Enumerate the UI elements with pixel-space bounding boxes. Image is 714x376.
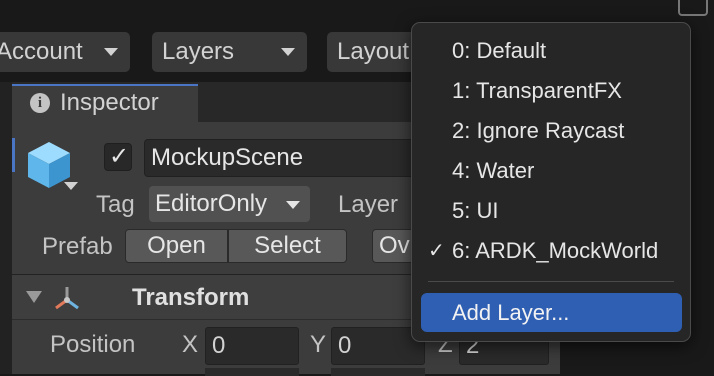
window-icon[interactable] bbox=[678, 0, 708, 16]
tag-value: EditorOnly bbox=[155, 190, 268, 217]
foldout-arrow-icon[interactable] bbox=[26, 291, 42, 303]
menu-item-transparentfx[interactable]: 1: TransparentFX bbox=[412, 72, 690, 110]
menu-item-label: 5: UI bbox=[452, 198, 499, 223]
rotation-y-field[interactable] bbox=[331, 368, 425, 376]
checkmark-icon: ✓ bbox=[428, 240, 445, 262]
panel-gutter bbox=[0, 82, 12, 374]
account-label: Account bbox=[0, 38, 83, 65]
add-layer-label: Add Layer... bbox=[452, 300, 570, 325]
layer-dropdown-menu: 0: Default 1: TransparentFX 2: Ignore Ra… bbox=[411, 22, 691, 342]
rotation-x-field[interactable] bbox=[205, 368, 299, 376]
account-dropdown[interactable]: Account bbox=[0, 32, 130, 72]
menu-item-label: 2: Ignore Raycast bbox=[452, 118, 625, 143]
chevron-down-icon bbox=[104, 48, 118, 56]
menu-item-default[interactable]: 0: Default bbox=[412, 32, 690, 70]
menu-item-label: 0: Default bbox=[452, 38, 547, 63]
menu-item-ardk-mockworld[interactable]: ✓ 6: ARDK_MockWorld bbox=[412, 232, 690, 270]
layout-label: Layout bbox=[337, 38, 410, 65]
tab-inspector-label: Inspector bbox=[60, 89, 159, 116]
tab-inspector[interactable]: i Inspector bbox=[12, 84, 198, 122]
tag-label: Tag bbox=[96, 191, 135, 218]
menu-separator bbox=[428, 281, 674, 282]
selection-marker bbox=[12, 138, 15, 172]
chevron-down-icon[interactable] bbox=[64, 182, 78, 190]
menu-item-label: 1: TransparentFX bbox=[452, 78, 622, 103]
transform-icon bbox=[55, 287, 79, 310]
position-x-label: X bbox=[182, 331, 199, 358]
object-name-field[interactable]: MockupScene bbox=[144, 139, 434, 177]
position-label: Position bbox=[50, 331, 136, 358]
chevron-down-icon bbox=[286, 201, 300, 209]
info-icon: i bbox=[30, 93, 50, 113]
transform-title: Transform bbox=[132, 284, 250, 311]
menu-item-water[interactable]: 4: Water bbox=[412, 152, 690, 190]
menu-item-label: 4: Water bbox=[452, 158, 535, 183]
chevron-down-icon bbox=[281, 48, 295, 56]
menu-item-label: 6: ARDK_MockWorld bbox=[452, 238, 659, 263]
prefab-open-button[interactable]: Open bbox=[125, 229, 228, 263]
layers-dropdown[interactable]: Layers bbox=[152, 32, 307, 72]
tag-dropdown[interactable]: EditorOnly bbox=[149, 186, 310, 222]
position-y-label: Y bbox=[310, 331, 327, 358]
active-checkbox[interactable]: ✓ bbox=[104, 143, 132, 171]
menu-item-ignore-raycast[interactable]: 2: Ignore Raycast bbox=[412, 112, 690, 150]
add-layer-button[interactable]: Add Layer... bbox=[421, 293, 682, 332]
prefab-label: Prefab bbox=[42, 233, 113, 260]
menu-item-ui[interactable]: 5: UI bbox=[412, 192, 690, 230]
position-x-field[interactable]: 0 bbox=[205, 327, 299, 365]
prefab-select-button[interactable]: Select bbox=[228, 229, 347, 263]
layer-label: Layer bbox=[338, 191, 399, 218]
layers-label: Layers bbox=[162, 38, 235, 65]
check-icon: ✓ bbox=[109, 143, 130, 170]
